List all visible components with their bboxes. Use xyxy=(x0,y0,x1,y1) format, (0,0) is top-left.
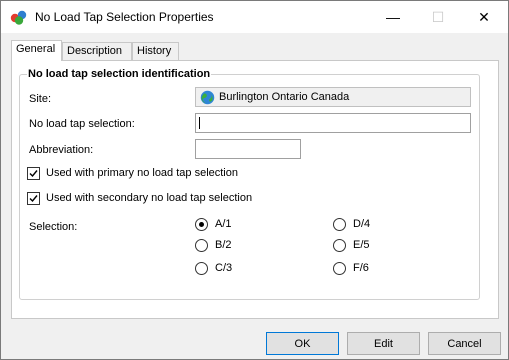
radio-d4-label[interactable]: D/4 xyxy=(353,218,370,230)
cancel-button[interactable]: Cancel xyxy=(428,332,501,355)
checkmark-icon xyxy=(29,195,38,203)
radio-f6-label[interactable]: F/6 xyxy=(353,262,369,274)
site-label: Site: xyxy=(29,93,52,105)
tab-description[interactable]: Description xyxy=(62,42,132,60)
maximize-button[interactable]: ☐ xyxy=(415,1,461,33)
radio-a1-label[interactable]: A/1 xyxy=(215,218,232,230)
ok-button[interactable]: OK xyxy=(266,332,339,355)
general-tab-panel: No load tap selection identification Sit… xyxy=(11,60,499,319)
radio-c3-label[interactable]: C/3 xyxy=(215,262,232,274)
selection-name-label: No load tap selection: xyxy=(29,118,135,130)
abbreviation-input[interactable] xyxy=(195,139,301,159)
selection-name-input[interactable] xyxy=(195,113,471,133)
radio-e5[interactable] xyxy=(333,239,346,252)
radio-a1[interactable] xyxy=(195,218,208,231)
tab-history[interactable]: History xyxy=(132,42,179,60)
radio-b2[interactable] xyxy=(195,239,208,252)
group-title: No load tap selection identification xyxy=(27,68,212,80)
close-button[interactable]: ✕ xyxy=(461,1,507,33)
identification-groupbox xyxy=(19,74,480,300)
radio-e5-label[interactable]: E/5 xyxy=(353,239,370,251)
edit-button[interactable]: Edit xyxy=(347,332,420,355)
abbreviation-label: Abbreviation: xyxy=(29,144,94,156)
tab-general[interactable]: General xyxy=(11,40,62,61)
properties-dialog: No Load Tap Selection Properties — ☐ ✕ G… xyxy=(0,0,509,360)
site-field[interactable]: Burlington Ontario Canada xyxy=(195,87,471,107)
secondary-checkbox[interactable] xyxy=(27,192,40,205)
radio-c3[interactable] xyxy=(195,262,208,275)
globe-icon xyxy=(200,90,215,104)
radio-f6[interactable] xyxy=(333,262,346,275)
radio-b2-label[interactable]: B/2 xyxy=(215,239,232,251)
title-bar: No Load Tap Selection Properties — ☐ ✕ xyxy=(1,1,508,33)
window-title: No Load Tap Selection Properties xyxy=(35,10,214,24)
primary-checkbox[interactable] xyxy=(27,167,40,180)
checkmark-icon xyxy=(29,170,38,178)
site-value: Burlington Ontario Canada xyxy=(219,91,350,103)
primary-checkbox-label[interactable]: Used with primary no load tap selection xyxy=(46,167,238,179)
secondary-checkbox-label[interactable]: Used with secondary no load tap selectio… xyxy=(46,192,252,204)
app-icon xyxy=(10,10,27,25)
selection-label: Selection: xyxy=(29,221,78,233)
text-caret xyxy=(199,117,200,129)
minimize-button[interactable]: — xyxy=(370,1,416,33)
radio-d4[interactable] xyxy=(333,218,346,231)
